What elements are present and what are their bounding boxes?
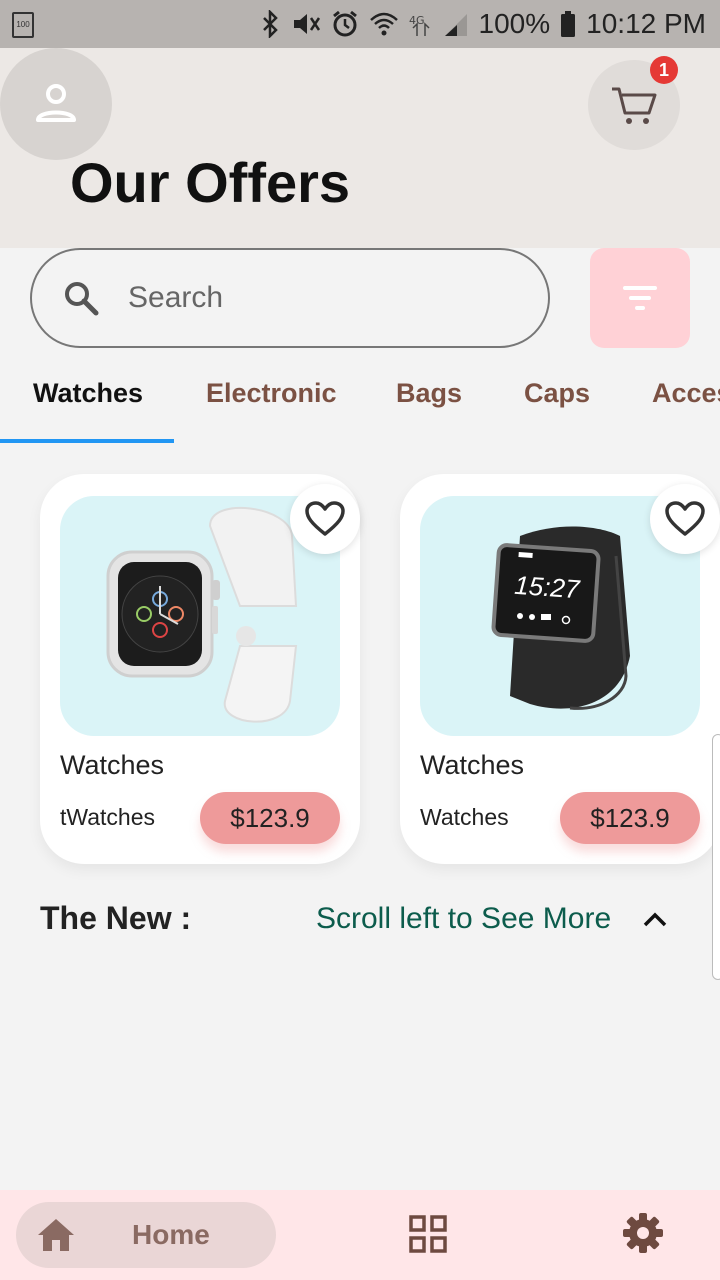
status-bar: 100 4G 100% 10:12 PM <box>0 0 720 48</box>
product-subtitle: tWatches <box>60 804 156 830</box>
heart-outline-icon <box>665 501 705 536</box>
favorite-button[interactable] <box>290 484 360 554</box>
nav-home-label: Home <box>132 1219 210 1250</box>
search-icon <box>65 282 99 316</box>
tab-indicator <box>0 439 174 443</box>
wifi-icon <box>369 10 399 38</box>
heart-outline-icon <box>305 501 345 536</box>
category-tabs: Watches Electronic Bags Caps Acces <box>0 360 720 444</box>
battery-small-label: 100 <box>16 20 30 29</box>
nav-categories[interactable] <box>408 1214 452 1258</box>
battery-percentage: 100% <box>478 8 551 39</box>
product-card[interactable]: 15:27 Watches Watches $123.9 <box>400 474 720 864</box>
scroll-hint-link[interactable]: Scroll left to See More <box>316 902 611 936</box>
favorite-button[interactable] <box>650 484 720 554</box>
section-title: The New : <box>40 900 192 936</box>
tab-accessories[interactable]: Acces <box>652 378 720 409</box>
filter-button[interactable] <box>590 248 690 348</box>
home-icon <box>38 1219 74 1251</box>
person-icon <box>36 84 76 122</box>
product-name: Watches <box>420 750 525 780</box>
filter-icon <box>623 286 657 310</box>
signal-icon <box>443 10 469 38</box>
product-name: Watches <box>60 750 165 780</box>
bottom-nav: Home <box>0 1190 720 1280</box>
gear-icon <box>623 1213 663 1253</box>
alarm-icon <box>331 10 359 38</box>
product-price[interactable]: $123.9 <box>560 792 700 844</box>
battery-small-icon: 100 <box>12 12 34 38</box>
status-icons: 4G 100% 10:12 PM <box>261 0 706 48</box>
watch-screen-time: 15:27 <box>513 570 582 605</box>
tab-caps[interactable]: Caps <box>524 378 590 409</box>
product-card[interactable]: Watches tWatches $123.9 <box>40 474 360 864</box>
cart-icon <box>612 87 657 124</box>
edge-panel-handle[interactable] <box>712 734 720 980</box>
tab-electronic[interactable]: Electronic <box>206 378 337 409</box>
tab-watches[interactable]: Watches <box>33 378 143 409</box>
search-input[interactable]: Search <box>30 248 550 348</box>
product-subtitle: Watches <box>420 804 509 830</box>
mute-icon <box>291 10 321 38</box>
profile-button[interactable] <box>0 48 112 160</box>
tab-bags[interactable]: Bags <box>396 378 462 409</box>
nav-settings[interactable] <box>622 1212 666 1256</box>
clock: 10:12 PM <box>586 8 706 39</box>
product-price[interactable]: $123.9 <box>200 792 340 844</box>
nav-home[interactable]: Home <box>16 1202 276 1268</box>
cart-badge: 1 <box>650 56 678 84</box>
bluetooth-icon <box>261 10 281 38</box>
cart-button[interactable]: 1 <box>588 56 680 150</box>
lte-icon: 4G <box>409 10 433 38</box>
battery-icon <box>560 10 576 38</box>
chevron-up-icon[interactable] <box>640 904 670 934</box>
grid-icon <box>409 1215 447 1253</box>
search-placeholder: Search <box>128 281 224 314</box>
page-title: Our Offers <box>70 151 351 214</box>
